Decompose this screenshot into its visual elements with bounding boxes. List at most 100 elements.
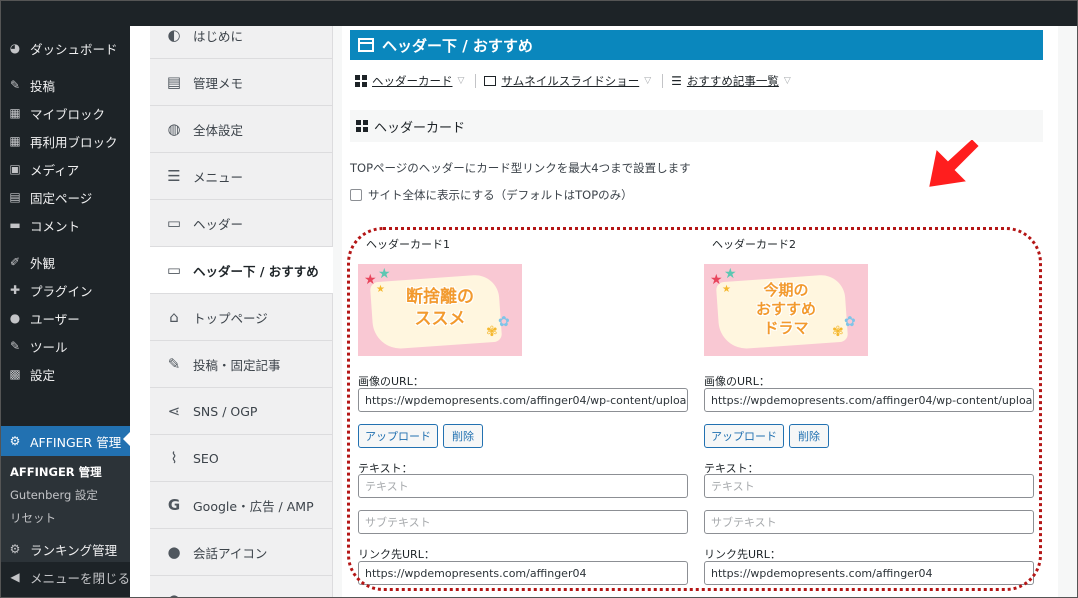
tab-thumbnail-slideshow[interactable]: サムネイルスライドショー ▽ bbox=[484, 73, 671, 89]
sidebar-item-label: AFFINGER 管理 bbox=[30, 434, 122, 450]
sidebar-item-label: プラグイン bbox=[30, 283, 93, 299]
nav-item-header[interactable]: ▭ ヘッダー bbox=[150, 200, 333, 247]
subtext-field[interactable]: サブテキスト bbox=[704, 510, 1034, 534]
link-url-label: リンク先URL： bbox=[358, 548, 435, 561]
nav-item-label: 投稿・固定記事 bbox=[193, 357, 281, 373]
collapse-icon: ◀ bbox=[10, 570, 20, 584]
nav-item-top-page[interactable]: ⌂ トップページ bbox=[150, 294, 333, 341]
show-sitewide-option[interactable]: サイト全体に表示にする（デフォルトはTOPのみ） bbox=[350, 187, 633, 203]
sidebar-item-label: コメント bbox=[30, 218, 81, 234]
sidebar-item-affinger[interactable]: ⚙ AFFINGER 管理 bbox=[0, 426, 130, 456]
upload-button[interactable]: アップロード bbox=[358, 424, 438, 448]
sidebar-item-label: 投稿 bbox=[30, 78, 56, 94]
menu-icon: ☰ bbox=[167, 167, 181, 185]
sidebar-item-my-blocks[interactable]: ▦ マイブロック bbox=[0, 100, 130, 126]
sidebar-item-label: 固定ページ bbox=[30, 190, 93, 206]
sidebar-item-users[interactable]: ● ユーザー bbox=[0, 305, 130, 331]
nav-item-sns[interactable]: ⋖ SNS / OGP bbox=[150, 388, 333, 435]
sidebar-item-ranking[interactable]: ⚙ ランキング管理 bbox=[0, 536, 130, 562]
page-icon: ▤ bbox=[9, 190, 21, 204]
image-text-line: ドラマ bbox=[763, 319, 809, 337]
collapse-menu-button[interactable]: ◀ メニューを閉じる bbox=[0, 564, 130, 590]
sidebar-item-plugins[interactable]: ✚ プラグイン bbox=[0, 277, 130, 303]
share-icon: ⋖ bbox=[167, 402, 181, 420]
sidebar-item-pages[interactable]: ▤ 固定ページ bbox=[0, 184, 130, 210]
nav-item-label: 管理メモ bbox=[193, 75, 244, 91]
image-text-line: ススメ bbox=[414, 309, 466, 329]
nav-item-seo[interactable]: ⌇ SEO bbox=[150, 435, 333, 482]
google-icon: G bbox=[167, 496, 181, 514]
sidebar-item-label: ツール bbox=[30, 339, 68, 355]
user-icon: ● bbox=[9, 311, 21, 325]
nav-item-header-below[interactable]: ▭ ヘッダー下 / おすすめ bbox=[150, 247, 333, 294]
nav-item-chat-icons[interactable]: ● 会話アイコン bbox=[150, 529, 333, 576]
nav-item-label: SNS / OGP bbox=[193, 403, 258, 419]
sidebar-item-label: ダッシュボード bbox=[30, 41, 118, 57]
image-icon bbox=[484, 76, 497, 86]
nav-item-memo[interactable]: ▤ 管理メモ bbox=[150, 59, 333, 106]
sidebar-item-reusable-blocks[interactable]: ▦ 再利用ブロック bbox=[0, 128, 130, 154]
sidebar-item-label: メディア bbox=[30, 162, 80, 178]
subtext-field[interactable]: サブテキスト bbox=[358, 510, 688, 534]
show-sitewide-checkbox[interactable] bbox=[350, 189, 362, 201]
brush-icon: ✐ bbox=[9, 255, 21, 269]
link-url-field[interactable]: https://wpdemopresents.com/affinger04 bbox=[704, 561, 1034, 585]
image-url-field[interactable]: https://wpdemopresents.com/affinger04/wp… bbox=[358, 388, 688, 412]
image-text-line: 今期の bbox=[763, 281, 809, 299]
card-image-preview: ★ ★ ★ ✿ ✾ 今期の おすすめ ドラマ bbox=[704, 264, 868, 356]
sidebar-item-settings[interactable]: ▩ 設定 bbox=[0, 361, 130, 387]
text-field[interactable]: テキスト bbox=[704, 474, 1034, 498]
sidebar-item-posts[interactable]: ✎ 投稿 bbox=[0, 72, 130, 98]
nav-item-intro[interactable]: ◐ はじめに bbox=[150, 12, 333, 59]
sidebar-item-comments[interactable]: ▬ コメント bbox=[0, 212, 130, 238]
chevron-down-icon: ▽ bbox=[457, 76, 465, 86]
tab-recommended-list[interactable]: ☰ おすすめ記事一覧 ▽ bbox=[671, 73, 799, 89]
submenu-item-gutenberg[interactable]: Gutenberg 設定 bbox=[10, 487, 98, 503]
settings-icon: ▩ bbox=[9, 367, 21, 381]
sidebar-item-dashboard[interactable]: ◕ ダッシュボード bbox=[0, 35, 130, 61]
blocks-icon: ▦ bbox=[9, 134, 21, 148]
nav-item-label: 会話アイコン bbox=[193, 545, 268, 561]
image-url-field[interactable]: https://wpdemopresents.com/affinger04/wp… bbox=[704, 388, 1034, 412]
section-tabs: ヘッダーカード ▽ サムネイルスライドショー ▽ ☰ おすすめ記事一覧 ▽ bbox=[355, 70, 799, 92]
sidebar-item-tools[interactable]: ✎ ツール bbox=[0, 333, 130, 359]
header-below-icon bbox=[358, 38, 374, 52]
image-url-label: 画像のURL： bbox=[358, 375, 424, 388]
image-text-line: 断捨離の bbox=[406, 287, 474, 307]
nav-item-menu[interactable]: ☰ メニュー bbox=[150, 153, 333, 200]
nav-item-label: ヘッダー bbox=[193, 216, 244, 232]
nav-item-posts[interactable]: ✎ 投稿・固定記事 bbox=[150, 341, 333, 388]
nav-item-label: Google・広告 / AMP bbox=[193, 498, 314, 514]
nav-item-general[interactable]: ◍ 全体設定 bbox=[150, 106, 333, 153]
tab-header-card[interactable]: ヘッダーカード ▽ bbox=[355, 73, 484, 89]
tab-divider bbox=[475, 74, 477, 88]
upload-button[interactable]: アップロード bbox=[704, 424, 784, 448]
text-field[interactable]: テキスト bbox=[358, 474, 688, 498]
submenu-item-reset[interactable]: リセット bbox=[10, 510, 56, 526]
nav-item-next[interactable]: ● bbox=[150, 576, 333, 598]
sidebar-item-media[interactable]: ▣ メディア bbox=[0, 156, 130, 182]
affinger-settings-nav: ◐ はじめに ▤ 管理メモ ◍ 全体設定 ☰ メニュー ▭ ヘッダー ▭ ヘッダー下 / お… bbox=[150, 26, 333, 598]
nav-item-google[interactable]: G Google・広告 / AMP bbox=[150, 482, 333, 529]
nav-item-label: はじめに bbox=[193, 28, 244, 44]
red-arrow-icon bbox=[926, 140, 982, 190]
nav-item-label: ヘッダー下 / おすすめ bbox=[193, 263, 319, 279]
link-url-field[interactable]: https://wpdemopresents.com/affinger04 bbox=[358, 561, 688, 585]
tab-label: サムネイルスライドショー bbox=[501, 74, 640, 88]
memo-icon: ▤ bbox=[166, 73, 182, 91]
wrench-icon: ✎ bbox=[9, 339, 21, 353]
delete-button[interactable]: 削除 bbox=[789, 424, 829, 448]
chart-icon: ⌇ bbox=[170, 449, 178, 467]
edit-icon: ✎ bbox=[167, 355, 181, 373]
blocks-icon bbox=[356, 120, 368, 132]
delete-button[interactable]: 削除 bbox=[443, 424, 483, 448]
header-below-icon: ▭ bbox=[166, 261, 182, 279]
submenu-item-affinger[interactable]: AFFINGER 管理 bbox=[10, 464, 102, 480]
sidebar-item-label: ユーザー bbox=[30, 311, 80, 327]
card-title: ヘッダーカード2 bbox=[712, 238, 796, 251]
sidebar-item-appearance[interactable]: ✐ 外観 bbox=[0, 249, 130, 275]
comment-icon: ▬ bbox=[9, 218, 21, 232]
nav-item-label: 全体設定 bbox=[193, 122, 244, 138]
sidebar-item-label: 再利用ブロック bbox=[30, 134, 118, 150]
pin-icon: ✎ bbox=[9, 78, 21, 92]
